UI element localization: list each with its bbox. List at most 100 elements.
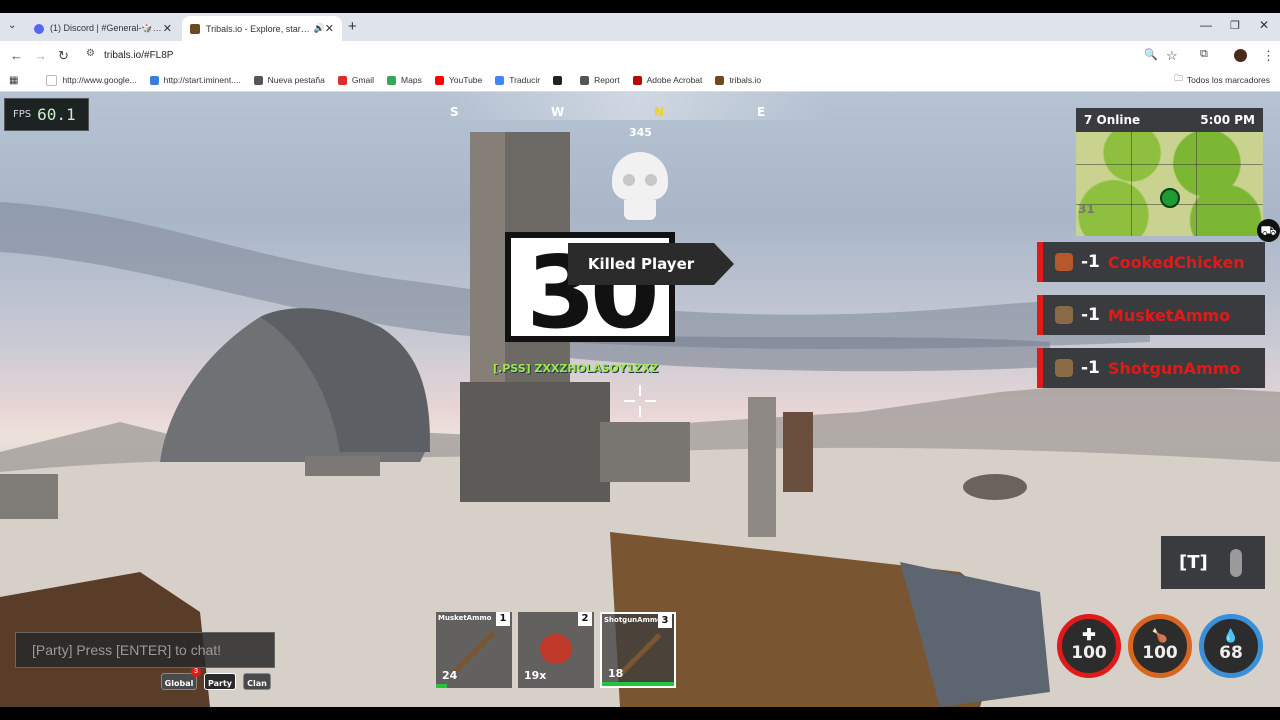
- bookmark-item[interactable]: Maps: [387, 75, 422, 85]
- thirst-value: 68: [1219, 643, 1243, 663]
- bookmark-item[interactable]: Traducir: [495, 75, 540, 85]
- chat-tab-clan[interactable]: Clan: [243, 673, 271, 690]
- slot-count: 19x: [524, 669, 547, 682]
- slot-number: 2: [578, 612, 592, 626]
- pickup-item-name: ShotgunAmmo: [1107, 358, 1241, 378]
- bookmark-item[interactable]: Gmail: [337, 75, 375, 85]
- bookmark-item[interactable]: Nueva pestaña: [253, 75, 325, 85]
- pickup-amount: -1: [1081, 305, 1100, 325]
- ammo-icon: [452, 630, 496, 675]
- tab-title: Tribals.io - Explore, start cla: [206, 23, 311, 34]
- kill-message-banner: Killed Player: [568, 243, 714, 285]
- game-viewport[interactable]: FPS 60.1 S W N E 345 30 Killed Player [.…: [0, 92, 1280, 707]
- zoom-icon[interactable]: 🔍: [1144, 48, 1158, 61]
- small-rock: [963, 474, 1027, 500]
- apps-icon[interactable]: ▦: [9, 75, 18, 86]
- reload-icon[interactable]: ↻: [58, 48, 69, 64]
- drumstick-icon: 🍗: [1151, 628, 1169, 643]
- url-field[interactable]: ⚙ tribals.io/#FL8P: [80, 45, 1190, 65]
- compass-w: W: [551, 105, 565, 119]
- speaker-icon: 🔊: [313, 23, 325, 33]
- chat-input[interactable]: [Party] Press [ENTER] to chat!: [15, 632, 275, 668]
- hotbar-slot[interactable]: 2 19x: [518, 612, 594, 688]
- bookmark-item[interactable]: tribals.io: [715, 75, 761, 85]
- bookmark-item[interactable]: Adobe Acrobat: [632, 75, 702, 85]
- chat-tab-global[interactable]: Global 3: [161, 667, 201, 690]
- back-icon[interactable]: ←: [10, 48, 23, 63]
- bookmark-item[interactable]: YouTube: [434, 75, 482, 85]
- health-indicator: ✚ 100: [1057, 614, 1121, 678]
- slot-count: 18: [608, 667, 624, 680]
- enemy-player: [783, 412, 813, 492]
- all-bookmarks[interactable]: 🗀 Todos los marcadores: [1174, 73, 1270, 87]
- hotbar-slot[interactable]: ShotgunAmmo 3 18: [600, 612, 676, 688]
- slot-item-name: MusketAmmo: [438, 614, 492, 622]
- fps-counter: FPS 60.1: [4, 98, 89, 131]
- game-time: 5:00 PM: [1200, 113, 1255, 127]
- minimize-button[interactable]: —: [1200, 18, 1212, 32]
- hunger-value: 100: [1142, 643, 1178, 663]
- new-tab-button[interactable]: +: [348, 18, 357, 35]
- bookmark-icon: [715, 75, 725, 85]
- fps-value: 60.1: [37, 105, 76, 124]
- bookmark-item[interactable]: Report: [580, 75, 620, 85]
- durability-bar: [602, 682, 674, 686]
- tab-tribals[interactable]: Tribals.io - Explore, start cla 🔊 ✕: [182, 16, 342, 41]
- close-icon[interactable]: ✕: [325, 22, 334, 35]
- tab-search-icon[interactable]: ⌄: [8, 20, 16, 31]
- fps-label: FPS: [13, 109, 32, 120]
- pickup-row: -1 ShotgunAmmo: [1037, 348, 1265, 388]
- item-icon: [1055, 253, 1073, 271]
- compass-heading: 345: [629, 126, 652, 139]
- forward-icon[interactable]: →: [34, 48, 47, 63]
- close-icon[interactable]: ✕: [163, 22, 172, 35]
- bookmark-label: http://www.google...: [62, 75, 137, 85]
- crosshair: [624, 385, 656, 417]
- compass-e: E: [757, 105, 766, 119]
- shop-cart-icon[interactable]: ⛟: [1257, 219, 1280, 242]
- tribals-icon: [190, 23, 200, 34]
- slot-number: 1: [496, 612, 510, 626]
- bookmark-icon: [149, 75, 159, 85]
- slot-count: 24: [442, 669, 458, 682]
- thirst-indicator: 💧 68: [1199, 614, 1263, 678]
- bookmark-item[interactable]: [553, 75, 567, 85]
- site-info-icon[interactable]: ⚙: [86, 48, 95, 59]
- bookmark-label: tribals.io: [729, 75, 762, 85]
- tab-discord[interactable]: (1) Discord | #General-🎲 | [P ✕: [26, 16, 180, 41]
- chat-tab-label: Global: [164, 679, 194, 688]
- hunger-indicator: 🍗 100: [1128, 614, 1192, 678]
- bookmark-icon: [553, 75, 563, 85]
- profile-avatar[interactable]: [1234, 49, 1247, 62]
- close-window-button[interactable]: ✕: [1259, 18, 1269, 32]
- hotbar-slot[interactable]: MusketAmmo 1 24: [436, 612, 512, 688]
- tab-strip: ⌄ (1) Discord | #General-🎲 | [P ✕ Tribal…: [0, 13, 1280, 41]
- pickup-amount: -1: [1081, 252, 1100, 272]
- chat-tab-label: Party: [207, 679, 233, 688]
- star-icon[interactable]: ☆: [1166, 48, 1178, 64]
- bookmark-icon: [46, 74, 58, 86]
- chat-tab-party[interactable]: Party: [204, 673, 236, 690]
- folder-icon: 🗀: [1174, 73, 1183, 83]
- address-bar: ← → ↻ ⚙ tribals.io/#FL8P 🔍 ☆ ⧉ ⋮: [0, 41, 1280, 69]
- server-info-bar: 7 Online 5:00 PM: [1076, 108, 1263, 132]
- item-icon: [1055, 306, 1073, 324]
- bookmark-item[interactable]: http://www.google...: [46, 74, 137, 86]
- minimap-grid-label: 31: [1078, 202, 1095, 216]
- all-bookmarks-label: Todos los marcadores: [1186, 75, 1270, 85]
- online-count: 7 Online: [1084, 113, 1141, 127]
- plus-icon: ✚: [1082, 627, 1096, 644]
- ruin-post: [748, 397, 776, 537]
- bookmark-icon: [434, 75, 444, 85]
- pickup-item-name: CookedChicken: [1107, 252, 1245, 272]
- meat-icon: [540, 634, 572, 664]
- minimap[interactable]: 31: [1076, 132, 1263, 236]
- bookmark-item[interactable]: http://start.iminent....: [149, 75, 241, 85]
- player-nametag: [.PSS] ZXXZHOLASOY1ZXZ: [493, 362, 659, 375]
- bookmark-label: Gmail: [351, 75, 375, 85]
- menu-icon[interactable]: ⋮: [1262, 48, 1275, 64]
- extensions-icon[interactable]: ⧉: [1200, 48, 1208, 61]
- voice-chat-panel[interactable]: [T]: [1161, 536, 1265, 589]
- restore-button[interactable]: ❐: [1230, 19, 1240, 32]
- kill-message: Killed Player: [587, 255, 695, 273]
